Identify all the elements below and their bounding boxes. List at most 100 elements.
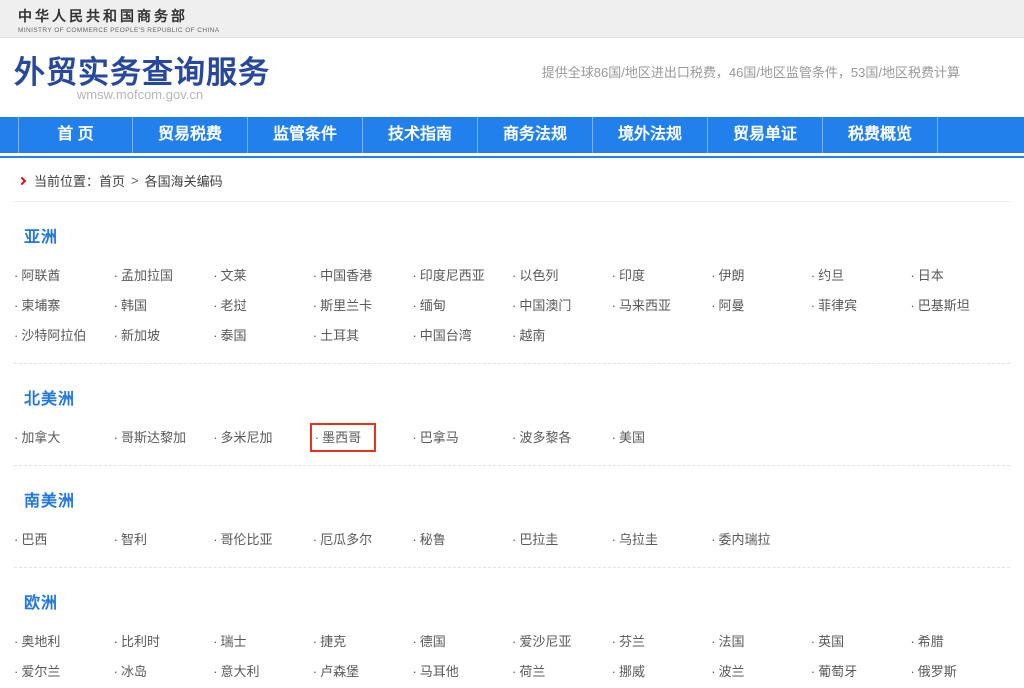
country-link[interactable]: ·挪威 [612,661,712,682]
country-link[interactable]: ·巴拿马 [412,427,512,448]
country-link[interactable]: ·阿联酋 [14,265,114,286]
country-link[interactable]: ·意大利 [213,661,313,682]
bullet: · [313,664,317,679]
country-link[interactable]: ·瑞士 [213,631,313,652]
bullet: · [711,268,715,283]
country-link[interactable]: ·斯里兰卡 [313,295,413,316]
country-link[interactable]: ·比利时 [114,631,214,652]
country-link[interactable]: ·马来西亚 [612,295,712,316]
bullet: · [313,532,317,547]
country-link[interactable]: ·印度尼西亚 [412,265,512,286]
bullet: · [114,532,118,547]
country-link[interactable]: ·俄罗斯 [910,661,1010,682]
bullet: · [412,634,416,649]
breadcrumb-home-link[interactable]: 首页 [99,171,125,190]
country-label: 哥伦比亚 [221,532,273,547]
country-link[interactable]: ·英国 [811,631,911,652]
site-title[interactable]: 外贸实务查询服务 [14,47,270,92]
country-label: 德国 [420,634,446,649]
country-link[interactable]: ·泰国 [213,325,313,346]
bullet: · [711,532,715,547]
country-link[interactable]: ·新加坡 [114,325,214,346]
country-link[interactable]: ·阿曼 [711,295,811,316]
country-link[interactable]: ·印度 [612,265,712,286]
nav-item-7[interactable]: 税费概览 [823,117,938,153]
country-link[interactable]: ·中国台湾 [412,325,512,346]
nav-item-2[interactable]: 监管条件 [248,117,363,153]
country-link[interactable]: ·菲律宾 [811,295,911,316]
country-label: 马耳他 [420,664,459,679]
site-domain: wmsw.mofcom.gov.cn [14,87,266,102]
country-link[interactable]: ·美国 [612,427,712,448]
bullet: · [114,298,118,313]
country-link[interactable]: ·奥地利 [14,631,114,652]
bullet: · [114,430,118,445]
nav-item-4[interactable]: 商务法规 [478,117,593,153]
country-link[interactable]: ·巴拉圭 [512,529,612,550]
country-link[interactable]: ·法国 [711,631,811,652]
country-link[interactable]: ·柬埔寨 [14,295,114,316]
country-link[interactable]: ·缅甸 [412,295,512,316]
country-link[interactable]: · 德国 [412,631,512,652]
country-link[interactable]: ·巴基斯坦 [910,295,1010,316]
country-link[interactable]: ·厄瓜多尔 [313,529,413,550]
country-link[interactable]: ·日本 [910,265,1010,286]
country-link[interactable]: ·芬兰 [612,631,712,652]
country-link[interactable]: ·中国澳门 [512,295,612,316]
country-link[interactable]: ·约旦 [811,265,911,286]
bullet: · [14,634,18,649]
country-link[interactable]: ·加拿大 [14,427,114,448]
country-link[interactable]: ·哥斯达黎加 [114,427,214,448]
nav-item-0[interactable]: 首 页 [18,117,133,153]
country-link[interactable]: ·土耳其 [313,325,413,346]
country-link[interactable]: ·巴西 [14,529,114,550]
country-link[interactable]: ·文莱 [213,265,313,286]
country-link[interactable]: ·希腊 [910,631,1010,652]
country-label: 土耳其 [320,328,359,343]
country-label: 老挝 [221,298,247,313]
country-link[interactable]: ·哥伦比亚 [213,529,313,550]
bullet: · [512,430,516,445]
country-label: 泰国 [221,328,247,343]
country-link[interactable]: ·波兰 [711,661,811,682]
country-link[interactable]: ·爱沙尼亚 [512,631,612,652]
nav-item-3[interactable]: 技术指南 [363,117,478,153]
country-link[interactable]: ·卢森堡 [313,661,413,682]
bullet: · [512,298,516,313]
country-link[interactable]: ·老挝 [213,295,313,316]
country-link[interactable]: ·中国香港 [313,265,413,286]
country-label: 韩国 [121,298,147,313]
country-link[interactable]: ·多米尼加 [213,427,313,448]
bullet: · [711,298,715,313]
country-link[interactable]: ·捷克 [313,631,413,652]
nav-item-6[interactable]: 贸易单证 [708,117,823,153]
bullet: · [313,328,317,343]
country-link[interactable]: ·马耳他 [412,661,512,682]
country-label: 巴西 [21,532,47,547]
nav-item-5[interactable]: 境外法规 [593,117,708,153]
country-link[interactable]: ·以色列 [512,265,612,286]
country-link[interactable]: ·冰岛 [114,661,214,682]
country-grid: ·阿联酋·孟加拉国·文莱·中国香港·印度尼西亚·以色列·印度·伊朗·约旦·日本 ·… [14,265,1010,346]
country-link[interactable]: ·韩国 [114,295,214,316]
country-link[interactable]: ·葡萄牙 [811,661,911,682]
bullet: · [612,532,616,547]
country-link[interactable]: ·荷兰 [512,661,612,682]
country-link[interactable]: ·秘鲁 [412,529,512,550]
bullet: · [14,532,18,547]
country-link[interactable]: ·乌拉圭 [612,529,712,550]
country-link[interactable]: ·孟加拉国 [114,265,214,286]
country-label: 希腊 [918,634,944,649]
country-link[interactable]: ·伊朗 [711,265,811,286]
country-link-highlighted[interactable]: ·墨西哥 [313,427,413,448]
country-link[interactable]: ·智利 [114,529,214,550]
breadcrumb-arrow-icon [18,176,26,184]
country-link[interactable]: ·沙特阿拉伯 [14,325,114,346]
bullet: · [315,430,319,445]
breadcrumb-current: 各国海关编码 [145,171,223,190]
country-link[interactable]: ·波多黎各 [512,427,612,448]
nav-item-1[interactable]: 贸易税费 [133,117,248,153]
country-link[interactable]: ·爱尔兰 [14,661,114,682]
country-link[interactable]: ·委内瑞拉 [711,529,811,550]
country-link[interactable]: ·越南 [512,325,612,346]
